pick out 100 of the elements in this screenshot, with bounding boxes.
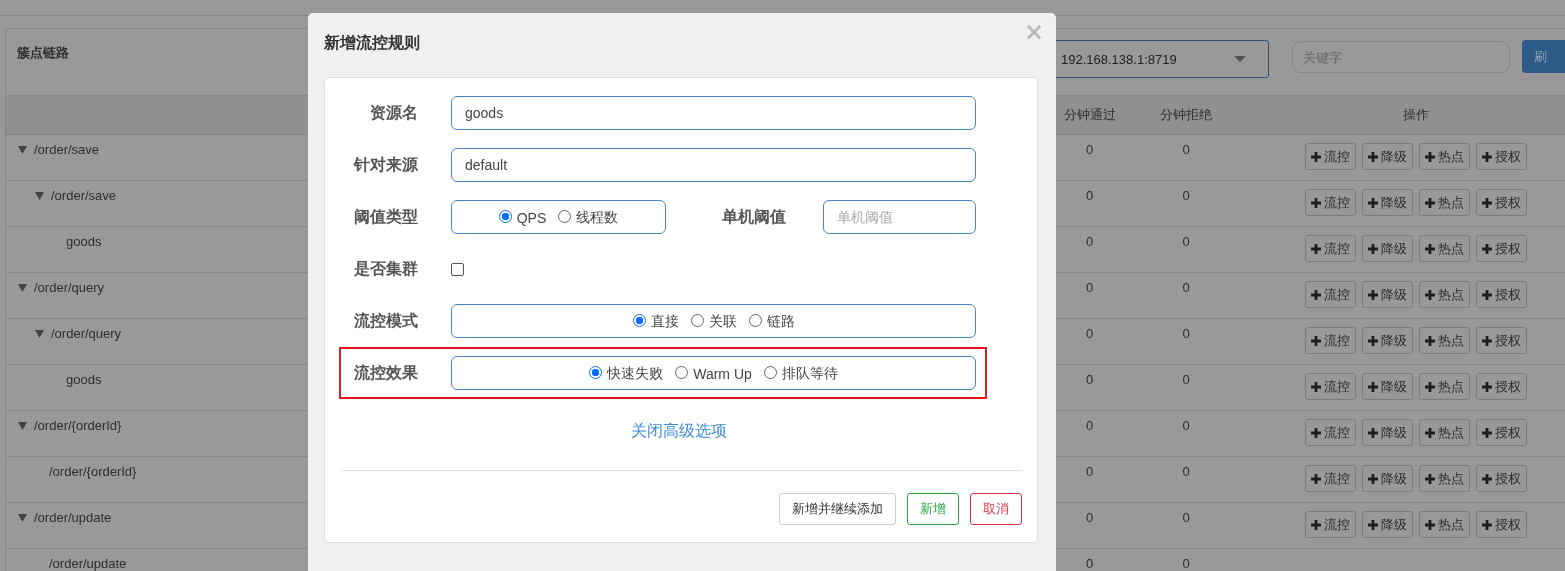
plus-icon (1482, 381, 1492, 392)
radio-label: Warm Up (693, 366, 752, 382)
add-rule-button[interactable]: 热点 (1419, 511, 1470, 538)
add-rule-button[interactable]: 降级 (1362, 281, 1413, 308)
add-rule-button[interactable]: 授权 (1476, 327, 1527, 354)
table-cell: 0 (1085, 372, 1094, 387)
table-cell: 0 (1182, 418, 1190, 433)
add-rule-button[interactable]: 热点 (1419, 143, 1470, 170)
input-field[interactable]: default (451, 148, 976, 182)
radio-button[interactable] (748, 313, 762, 327)
refresh-button[interactable]: 刷 (1522, 40, 1565, 73)
add-rule-button[interactable]: 热点 (1419, 327, 1470, 354)
add-rule-button[interactable]: 降级 (1362, 373, 1413, 400)
add-rule-button[interactable]: 流控 (1305, 327, 1356, 354)
add-rule-button[interactable]: 降级 (1362, 465, 1413, 492)
table-cell: 0 (1182, 188, 1190, 203)
add-rule-button[interactable]: 降级 (1362, 189, 1413, 216)
add-rule-button[interactable]: 降级 (1362, 511, 1413, 538)
radio-label: 直接 (650, 313, 679, 331)
add-rule-button[interactable]: 授权 (1476, 373, 1527, 400)
radio-button[interactable] (632, 313, 646, 327)
radio-label: 快速失败 (607, 365, 664, 383)
add-rule-button[interactable]: 授权 (1476, 511, 1527, 538)
add-rule-button[interactable]: 授权 (1476, 419, 1527, 446)
panel-title: 簇点链路 (17, 45, 69, 60)
radio-button[interactable] (558, 209, 572, 223)
plus-icon (1482, 519, 1492, 530)
plus-icon (1425, 381, 1435, 392)
plus-icon (1368, 335, 1378, 346)
field-label: 阈值类型 (353, 206, 418, 227)
table-cell: 0 (1085, 556, 1094, 571)
dialog-button[interactable]: 新增并继续添加 (779, 493, 896, 525)
column-header: 操作 (1403, 107, 1429, 122)
plus-icon (1482, 427, 1492, 438)
add-rule-button[interactable]: 热点 (1419, 189, 1470, 216)
table-cell: 0 (1085, 280, 1094, 295)
radio-button[interactable] (690, 313, 704, 327)
field-label: 是否集群 (353, 258, 418, 279)
plus-icon (1368, 381, 1378, 392)
expand-arrow-icon[interactable] (35, 329, 44, 338)
add-rule-button[interactable]: 降级 (1362, 419, 1413, 446)
add-rule-button[interactable]: 热点 (1419, 419, 1470, 446)
table-cell: 0 (1085, 142, 1094, 157)
add-rule-button[interactable]: 热点 (1419, 373, 1470, 400)
advanced-options-link[interactable]: 关闭高级选项 (631, 422, 727, 439)
add-rule-button[interactable]: 授权 (1476, 189, 1527, 216)
add-rule-button[interactable]: 热点 (1419, 235, 1470, 262)
expand-arrow-icon[interactable] (18, 283, 27, 292)
radio-label: 线程数 (576, 209, 619, 227)
add-rule-button[interactable]: 流控 (1305, 189, 1356, 216)
table-cell: 0 (1182, 280, 1190, 295)
checkbox[interactable] (451, 262, 464, 276)
plus-icon (1425, 427, 1435, 438)
add-rule-button[interactable]: 热点 (1419, 465, 1470, 492)
resource-name: /order/save (34, 142, 100, 157)
field-label: 单机阈值 (722, 206, 786, 227)
add-rule-button[interactable]: 流控 (1305, 235, 1356, 262)
add-rule-button[interactable]: 流控 (1305, 511, 1356, 538)
add-rule-button[interactable]: 流控 (1305, 143, 1356, 170)
dialog-button[interactable]: 新增 (907, 493, 959, 525)
column-header: 分钟通过 (1063, 107, 1116, 122)
expand-arrow-icon[interactable] (18, 421, 27, 430)
add-rule-button[interactable]: 流控 (1305, 465, 1356, 492)
resource-name: /order/{orderId} (49, 464, 137, 479)
expand-arrow-icon[interactable] (35, 191, 44, 200)
add-rule-button[interactable]: 授权 (1476, 235, 1527, 262)
radio-button[interactable] (675, 365, 689, 379)
add-rule-button[interactable]: 流控 (1305, 281, 1356, 308)
table-cell: 0 (1085, 326, 1094, 341)
input-field[interactable]: 单机阈值 (823, 200, 976, 234)
add-rule-button[interactable]: 降级 (1362, 327, 1413, 354)
add-rule-button[interactable]: 降级 (1362, 143, 1413, 170)
add-rule-button[interactable]: 授权 (1476, 143, 1527, 170)
add-rule-button[interactable]: 授权 (1476, 465, 1527, 492)
radio-button[interactable] (498, 209, 512, 223)
add-rule-button[interactable]: 流控 (1305, 373, 1356, 400)
dialog-button[interactable]: 取消 (970, 493, 1022, 525)
plus-icon (1311, 289, 1321, 300)
table-cell: 0 (1182, 326, 1190, 341)
radio-button[interactable] (763, 365, 777, 379)
radio-button[interactable] (589, 365, 603, 379)
add-rule-button[interactable]: 降级 (1362, 235, 1413, 262)
add-rule-button[interactable]: 授权 (1476, 281, 1527, 308)
resource-name: goods (66, 372, 102, 387)
expand-arrow-icon[interactable] (18, 513, 27, 522)
plus-icon (1368, 427, 1378, 438)
plus-icon (1368, 197, 1378, 208)
expand-arrow-icon[interactable] (18, 145, 27, 154)
field-label: 针对来源 (352, 154, 418, 175)
input-field[interactable]: goods (451, 96, 976, 130)
plus-icon (1368, 243, 1378, 254)
add-rule-button[interactable]: 热点 (1419, 281, 1470, 308)
add-rule-button[interactable]: 流控 (1305, 419, 1356, 446)
plus-icon (1425, 243, 1435, 254)
plus-icon (1482, 289, 1492, 300)
table-cell: 0 (1085, 234, 1094, 249)
resource-name: /order/update (49, 556, 127, 571)
plus-icon (1425, 335, 1435, 346)
table-cell: 0 (1182, 372, 1190, 387)
table-cell: 0 (1085, 464, 1094, 479)
